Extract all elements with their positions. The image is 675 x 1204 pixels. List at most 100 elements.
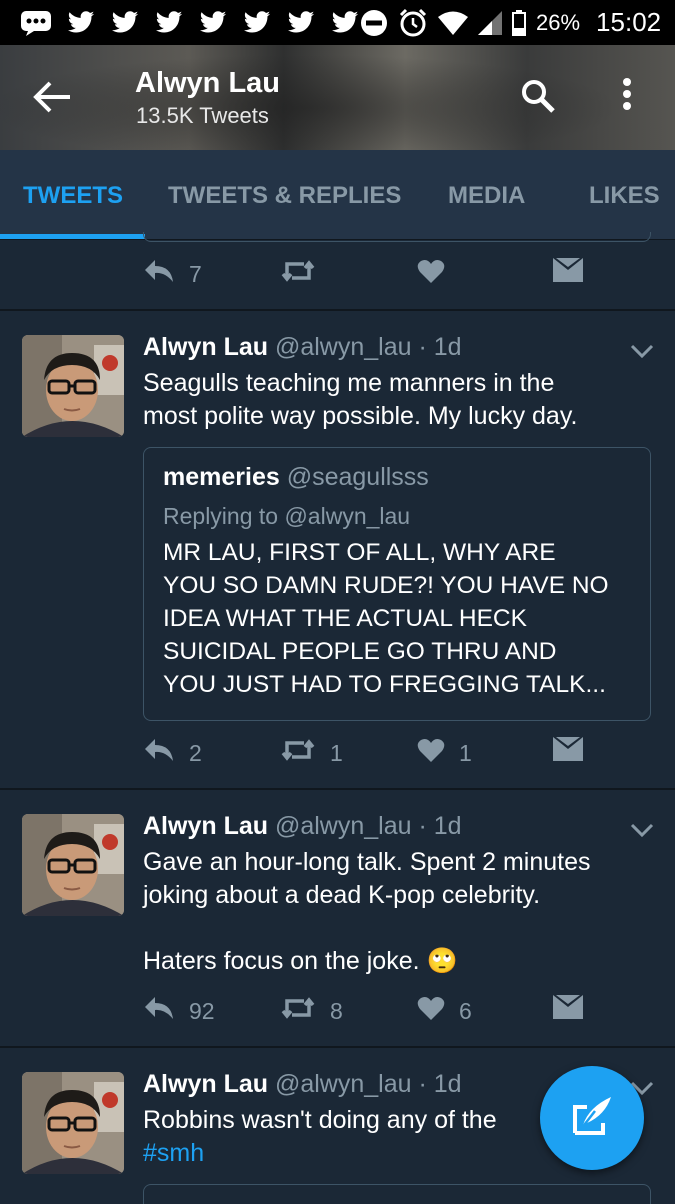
reply-button[interactable]: 92 — [143, 995, 215, 1027]
tweet-line: joking about a dead K-pop celebrity. — [143, 881, 541, 909]
retweet-button[interactable]: 8 — [280, 995, 343, 1027]
more-options-icon[interactable] — [622, 77, 632, 116]
retweet-count: 8 — [330, 997, 343, 1024]
profile-name: Alwyn Lau — [135, 67, 281, 99]
author-handle-time: @alwyn_lau · 1d — [274, 1070, 462, 1098]
heart-icon — [417, 258, 445, 290]
reply-button[interactable]: 2 — [143, 737, 202, 769]
envelope-icon — [553, 737, 583, 767]
tweet-line: most polite way possible. My lucky day. — [143, 402, 578, 430]
twitter-icon — [110, 10, 140, 35]
envelope-icon — [553, 995, 583, 1025]
quoted-author-handle: @seagullsss — [286, 463, 429, 491]
twitter-icon — [66, 10, 96, 35]
status-time: 15:02 — [596, 7, 662, 37]
like-count: 6 — [459, 997, 472, 1024]
retweet-icon — [280, 258, 316, 290]
author-handle-time: @alwyn_lau · 1d — [274, 812, 462, 840]
quoted-tweet-text: MR LAU, FIRST OF ALL, WHY ARE YOU SO DAM… — [163, 536, 638, 701]
chevron-down-icon[interactable] — [630, 822, 654, 843]
tab-media[interactable]: MEDIA — [448, 182, 525, 210]
tab-likes[interactable]: LIKES — [589, 182, 660, 210]
tweet-line: Haters focus on the joke. 🙄 — [143, 947, 458, 975]
quoted-tweet[interactable]: memeries @seagullsss Replying to @alwyn_… — [143, 447, 651, 721]
tweet-actions: 2 1 1 — [0, 737, 675, 777]
active-tab-indicator — [0, 234, 145, 239]
tweet-header: Alwyn Lau @alwyn_lau · 1d — [143, 333, 462, 362]
battery-icon — [512, 9, 526, 36]
tweet-divider — [0, 788, 675, 790]
twitter-icon — [330, 10, 360, 35]
status-bar: 26% 15:02 — [0, 0, 675, 45]
compose-tweet-button[interactable] — [540, 1066, 644, 1170]
do-not-disturb-icon — [360, 9, 388, 37]
profile-tabs: TWEETS TWEETS & REPLIES MEDIA LIKES — [0, 150, 675, 240]
back-arrow-icon[interactable] — [30, 77, 74, 122]
envelope-icon — [553, 258, 583, 288]
signal-icon — [478, 10, 502, 36]
battery-percent: 26% — [536, 9, 581, 35]
avatar[interactable] — [22, 1072, 124, 1174]
direct-message-button[interactable] — [553, 258, 583, 288]
like-button[interactable]: 6 — [417, 995, 472, 1027]
author-name[interactable]: Alwyn Lau — [143, 333, 268, 361]
quote-line: YOU SO DAMN RUDE?! YOU HAVE NO — [163, 572, 609, 599]
like-button[interactable] — [417, 258, 445, 290]
retweet-button[interactable] — [280, 258, 316, 290]
quote-line: MR LAU, FIRST OF ALL, WHY ARE — [163, 539, 556, 566]
wifi-icon — [438, 10, 468, 36]
quote-line: SUICIDAL PEOPLE GO THRU AND — [163, 638, 557, 665]
tweet-line: Gave an hour-long talk. Spent 2 minutes — [143, 848, 591, 876]
tweet-divider — [0, 1046, 675, 1048]
tweet-text: Gave an hour-long talk. Spent 2 minutes … — [143, 846, 663, 978]
quoted-author-name: memeries — [163, 463, 280, 491]
tweet-actions: 92 8 6 — [0, 995, 675, 1035]
twitter-icon — [242, 10, 272, 35]
quote-line: IDEA WHAT THE ACTUAL HECK — [163, 605, 527, 632]
reply-count: 2 — [189, 739, 202, 766]
heart-icon — [417, 995, 445, 1027]
tweet-actions: 7 — [0, 258, 675, 298]
compose-feather-icon — [569, 1093, 615, 1144]
reply-count: 92 — [189, 997, 215, 1024]
quoted-tweet-top — [143, 1184, 651, 1204]
reply-count: 7 — [189, 260, 202, 287]
retweet-icon — [280, 995, 316, 1027]
tweet-count: 13.5K Tweets — [136, 103, 269, 128]
chevron-down-icon[interactable] — [630, 343, 654, 364]
replying-to: Replying to @alwyn_lau — [163, 503, 411, 529]
reply-icon — [143, 258, 175, 290]
reply-icon — [143, 737, 175, 769]
quoted-tweet-header: memeries @seagullsss — [163, 463, 429, 492]
twitter-icon — [286, 10, 316, 35]
search-icon[interactable] — [520, 78, 556, 119]
heart-icon — [417, 737, 445, 769]
direct-message-button[interactable] — [553, 737, 583, 767]
like-button[interactable]: 1 — [417, 737, 472, 769]
tab-tweets-and-replies[interactable]: TWEETS & REPLIES — [168, 182, 401, 210]
twitter-icon — [154, 10, 184, 35]
reply-icon — [143, 995, 175, 1027]
tweet-header: Alwyn Lau @alwyn_lau · 1d — [143, 1070, 462, 1099]
author-name[interactable]: Alwyn Lau — [143, 1070, 268, 1098]
tab-tweets[interactable]: TWEETS — [23, 182, 123, 210]
author-name[interactable]: Alwyn Lau — [143, 812, 268, 840]
avatar[interactable] — [22, 335, 124, 437]
retweet-button[interactable]: 1 — [280, 737, 343, 769]
avatar[interactable] — [22, 814, 124, 916]
retweet-count: 1 — [330, 739, 343, 766]
quote-line: YOU JUST HAD TO FREGGING TALK... — [163, 671, 606, 698]
author-handle-time: @alwyn_lau · 1d — [274, 333, 462, 361]
tweet-header: Alwyn Lau @alwyn_lau · 1d — [143, 812, 462, 841]
tweet-line: Seagulls teaching me manners in the — [143, 369, 555, 397]
quoted-tweet-bottom — [143, 232, 651, 242]
profile-header: Alwyn Lau 13.5K Tweets — [0, 45, 675, 150]
direct-message-button[interactable] — [553, 995, 583, 1025]
tweet-divider — [0, 309, 675, 311]
reply-button[interactable]: 7 — [143, 258, 202, 290]
messages-icon — [20, 10, 52, 36]
tweet-text: Seagulls teaching me manners in the most… — [143, 367, 643, 433]
retweet-icon — [280, 737, 316, 769]
twitter-icon — [198, 10, 228, 35]
